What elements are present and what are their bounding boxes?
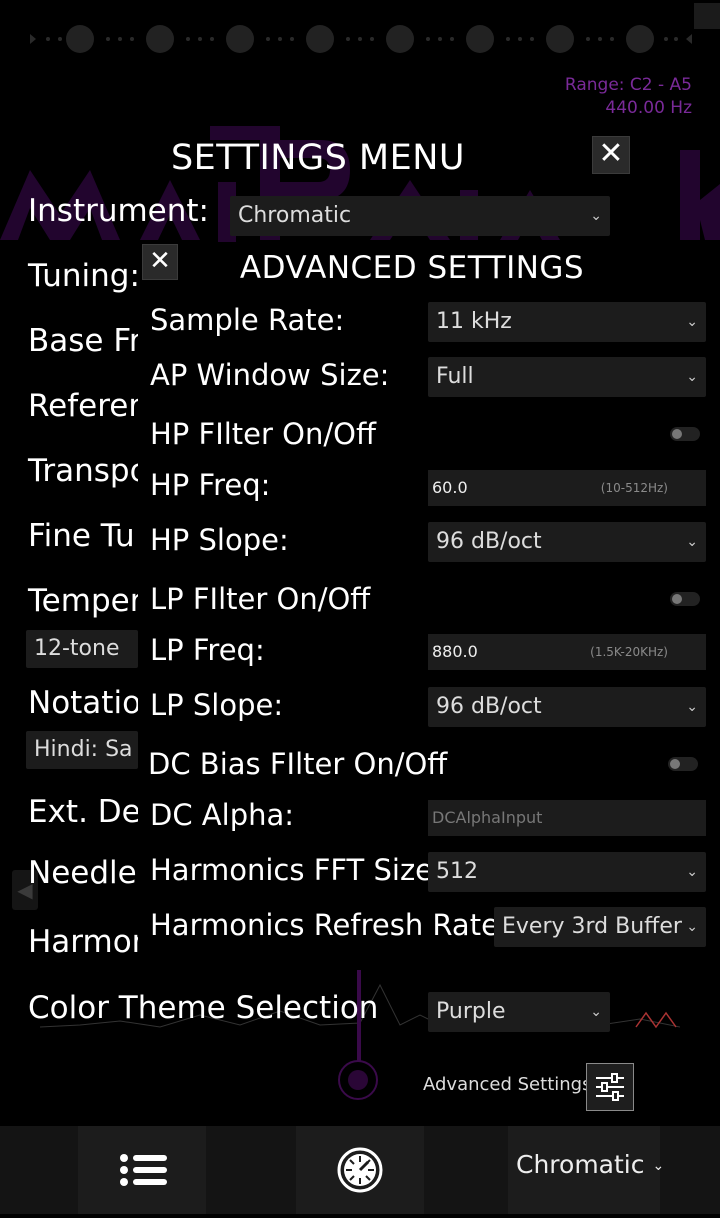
lp-freq-input[interactable]: 880.0 (1.5K-20KHz) — [428, 634, 706, 670]
dial-icon — [337, 1147, 383, 1193]
chevron-down-icon: ⌄ — [590, 208, 602, 224]
hp-slope-value: 96 dB/oct — [436, 529, 542, 554]
needle-pivot — [338, 1060, 378, 1100]
lp-freq-hint: (1.5K-20KHz) — [590, 645, 668, 659]
list-icon — [120, 1154, 167, 1186]
lp-slope-value: 96 dB/oct — [436, 694, 542, 719]
harmonics-fft-size-select[interactable]: 512 ⌄ — [428, 852, 706, 892]
fine-tune-label: Fine Tu — [28, 518, 135, 554]
ap-window-size-value: Full — [436, 364, 474, 389]
advanced-settings-button[interactable] — [586, 1063, 634, 1111]
dc-alpha-placeholder: DCAlphaInput — [432, 808, 543, 827]
close-icon: ✕ — [598, 136, 624, 171]
harmonics-refresh-rate-select[interactable]: Every 3rd Buffer ⌄ — [494, 907, 706, 947]
chevron-down-icon: ⌄ — [686, 369, 698, 385]
close-icon: ✕ — [149, 246, 171, 276]
sliders-icon — [596, 1073, 624, 1101]
instrument-quick-label: Chromatic ⌄ — [516, 1150, 664, 1179]
lp-freq-value: 880.0 — [432, 642, 478, 661]
lp-slope-label: LP Slope: — [150, 688, 284, 722]
harmonics-refresh-rate-value: Every 3rd Buffer — [502, 914, 682, 939]
sample-rate-label: Sample Rate: — [150, 303, 345, 337]
tuning-label: Tuning: — [28, 258, 140, 294]
chevron-down-icon: ⌄ — [652, 1158, 665, 1174]
reference-label: Referer — [28, 388, 142, 424]
chevron-down-icon: ⌄ — [590, 1004, 602, 1020]
color-theme-value: Purple — [436, 999, 506, 1024]
dc-alpha-label: DC Alpha: — [150, 798, 295, 832]
lp-slope-select[interactable]: 96 dB/oct ⌄ — [428, 687, 706, 727]
hp-freq-input[interactable]: 60.0 (10-512Hz) — [428, 470, 706, 506]
needle-label: Needle — [28, 855, 137, 891]
hp-slope-select[interactable]: 96 dB/oct ⌄ — [428, 522, 706, 562]
harmonics-fft-size-value: 512 — [436, 859, 478, 884]
lp-filter-toggle[interactable] — [670, 592, 700, 606]
harmonics-label: Harmon — [28, 924, 152, 960]
instrument-quick-value: Chromatic — [516, 1150, 645, 1179]
notation-label: Notatio — [28, 685, 142, 721]
advanced-settings-link[interactable]: Advanced Settings — [423, 1074, 591, 1095]
menu-button[interactable] — [78, 1126, 206, 1214]
temperament-value: 12-tone — [34, 636, 120, 661]
transpose-label: Transpo — [28, 453, 149, 489]
dc-bias-filter-label: DC Bias FIlter On/Off — [148, 747, 448, 781]
color-theme-label: Color Theme Selection — [28, 990, 379, 1026]
chevron-down-icon: ⌄ — [686, 534, 698, 550]
hp-freq-hint: (10-512Hz) — [600, 481, 668, 495]
chevron-down-icon: ⌄ — [686, 919, 698, 935]
hp-slope-label: HP Slope: — [150, 523, 289, 557]
instrument-label: Instrument: — [28, 193, 210, 229]
notation-select[interactable]: Hindi: Sa R — [26, 731, 138, 769]
range-text: Range: C2 - A5 — [564, 75, 692, 95]
hp-filter-toggle[interactable] — [670, 427, 700, 441]
chevron-down-icon: ⌄ — [686, 699, 698, 715]
temperament-select[interactable]: 12-tone — [26, 630, 138, 668]
frequency-text: 440.00 Hz — [605, 98, 692, 118]
instrument-select[interactable]: Chromatic ⌄ — [230, 196, 610, 236]
chevron-down-icon: ⌄ — [686, 314, 698, 330]
dc-bias-filter-toggle[interactable] — [668, 757, 698, 771]
chevron-down-icon: ⌄ — [686, 864, 698, 880]
harmonics-refresh-rate-label: Harmonics Refresh Rate: — [150, 908, 509, 942]
hp-freq-value: 60.0 — [432, 478, 468, 497]
temperament-label: Temper — [28, 583, 143, 619]
note-dots-strip — [30, 25, 692, 53]
hp-freq-label: HP Freq: — [150, 468, 271, 502]
ext-detect-label: Ext. Det — [28, 794, 153, 830]
notation-value: Hindi: Sa R — [34, 737, 138, 762]
advanced-close-button[interactable]: ✕ — [142, 244, 178, 280]
instrument-value: Chromatic — [238, 203, 352, 228]
ap-window-size-select[interactable]: Full ⌄ — [428, 357, 706, 397]
corner-square — [694, 3, 720, 29]
tuner-button[interactable] — [296, 1126, 424, 1214]
harmonics-fft-size-label: Harmonics FFT Size: — [150, 853, 443, 887]
settings-close-button[interactable]: ✕ — [592, 136, 630, 174]
advanced-settings-title: ADVANCED SETTINGS — [239, 250, 585, 286]
base-frequency-label: Base Fr — [28, 323, 142, 359]
color-theme-select[interactable]: Purple ⌄ — [428, 992, 610, 1032]
settings-menu-title: SETTINGS MENU — [170, 138, 466, 178]
lp-filter-label: LP FIlter On/Off — [150, 582, 371, 616]
sample-rate-value: 11 kHz — [436, 309, 512, 334]
hp-filter-label: HP FIlter On/Off — [150, 417, 376, 451]
sample-rate-select[interactable]: 11 kHz ⌄ — [428, 302, 706, 342]
ap-window-size-label: AP Window Size: — [150, 358, 390, 392]
lp-freq-label: LP Freq: — [150, 633, 265, 667]
dc-alpha-input[interactable]: DCAlphaInput — [428, 800, 706, 836]
range-readout: Range: C2 - A5 440.00 Hz — [565, 74, 692, 120]
